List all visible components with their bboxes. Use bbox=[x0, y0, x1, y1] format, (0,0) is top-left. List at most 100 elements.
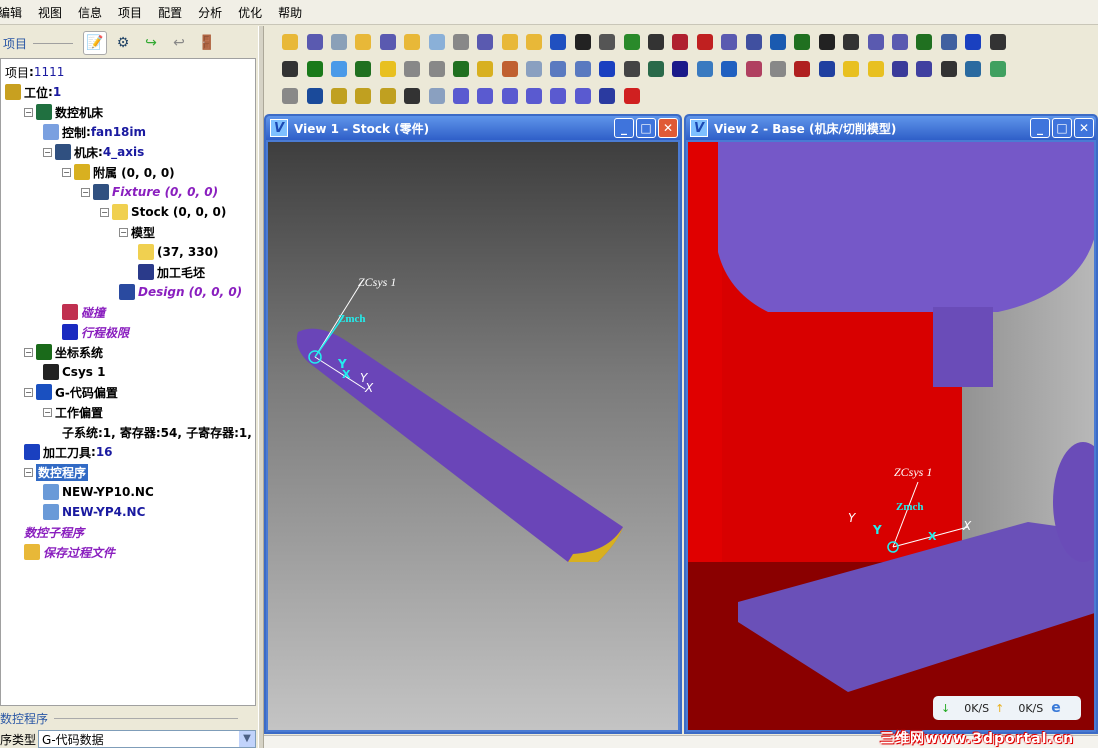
collapse-toggle[interactable]: − bbox=[62, 167, 71, 177]
menu-item[interactable]: 分析 bbox=[190, 4, 230, 21]
tree-node[interactable]: − 工作偏置 bbox=[43, 403, 103, 421]
toolbar-button[interactable] bbox=[546, 30, 570, 54]
toolbar-button[interactable] bbox=[546, 57, 570, 81]
toolbar-button[interactable] bbox=[376, 57, 400, 81]
toolbar-button[interactable] bbox=[766, 57, 790, 81]
toolbar-button[interactable] bbox=[961, 57, 985, 81]
menu-item[interactable]: 编辑 bbox=[0, 4, 30, 21]
toolbar-button[interactable] bbox=[595, 30, 619, 54]
toolbar-button[interactable] bbox=[839, 30, 863, 54]
collapse-toggle[interactable]: − bbox=[24, 347, 33, 357]
tree-node[interactable]: − 数控机床 bbox=[24, 103, 103, 121]
toolbar-button[interactable] bbox=[424, 30, 448, 54]
toolbar-button[interactable] bbox=[327, 57, 351, 81]
minimize-button[interactable]: _ bbox=[1030, 118, 1050, 138]
collapse-toggle[interactable]: − bbox=[24, 107, 33, 117]
toolbar-button[interactable] bbox=[351, 84, 375, 108]
tree-node[interactable]: NEW-YP4.NC bbox=[43, 503, 145, 521]
toolbar-button[interactable] bbox=[668, 57, 692, 81]
tree-node[interactable]: 控制 : fan18im bbox=[43, 123, 146, 141]
toolbar-button[interactable] bbox=[693, 57, 717, 81]
toolbar-button[interactable] bbox=[961, 30, 985, 54]
menu-item[interactable]: 帮助 bbox=[270, 4, 310, 21]
toolbar-button[interactable] bbox=[278, 57, 302, 81]
tree-node[interactable]: − 机床 : 4_axis bbox=[43, 143, 144, 161]
project-tree-view-button[interactable]: 📝 bbox=[83, 31, 108, 55]
toolbar-button[interactable] bbox=[912, 30, 936, 54]
toolbar-button[interactable] bbox=[522, 30, 546, 54]
toolbar-button[interactable] bbox=[278, 30, 302, 54]
toolbar-button[interactable] bbox=[400, 57, 424, 81]
toolbar-button[interactable] bbox=[327, 84, 351, 108]
menu-item[interactable]: 视图 bbox=[30, 4, 70, 21]
toolbar-button[interactable] bbox=[644, 57, 668, 81]
toolbar-button[interactable] bbox=[571, 84, 595, 108]
toolbar-button[interactable] bbox=[644, 30, 668, 54]
toolbar-button[interactable] bbox=[790, 30, 814, 54]
tree-node[interactable]: 数控子程序 bbox=[24, 523, 84, 541]
collapse-toggle[interactable]: − bbox=[81, 187, 90, 197]
tree-node[interactable]: 子系统:1, 寄存器:54, 子寄存器:1, 从 bbox=[62, 423, 255, 441]
maximize-button[interactable]: □ bbox=[636, 118, 656, 138]
minimize-button[interactable]: _ bbox=[614, 118, 634, 138]
undo-button[interactable]: ↩ bbox=[167, 31, 191, 55]
toolbar-button[interactable] bbox=[693, 30, 717, 54]
toolbar-button[interactable] bbox=[790, 57, 814, 81]
tree-node[interactable]: − 附属 (0, 0, 0) bbox=[62, 163, 175, 181]
toolbar-button[interactable] bbox=[595, 57, 619, 81]
toolbar-button[interactable] bbox=[741, 30, 765, 54]
toolbar-button[interactable] bbox=[619, 30, 643, 54]
toolbar-button[interactable] bbox=[302, 84, 326, 108]
tree-node[interactable]: − Fixture (0, 0, 0) bbox=[81, 183, 218, 201]
toolbar-button[interactable] bbox=[571, 30, 595, 54]
tree-node[interactable]: − 数控程序 bbox=[24, 463, 89, 481]
toolbar-button[interactable] bbox=[473, 57, 497, 81]
toolbar-button[interactable] bbox=[717, 57, 741, 81]
toolbar-button[interactable] bbox=[278, 84, 302, 108]
tree-node[interactable]: 行程极限 bbox=[62, 323, 129, 341]
toolbar-button[interactable] bbox=[376, 30, 400, 54]
toolbar-button[interactable] bbox=[522, 57, 546, 81]
toolbar-button[interactable] bbox=[985, 57, 1009, 81]
toolbar-button[interactable] bbox=[351, 30, 375, 54]
toolbar-button[interactable] bbox=[400, 84, 424, 108]
tree-node[interactable]: 加工毛坯 bbox=[138, 263, 205, 281]
toolbar-button[interactable] bbox=[766, 30, 790, 54]
maximize-button[interactable]: □ bbox=[1052, 118, 1072, 138]
toolbar-button[interactable] bbox=[741, 57, 765, 81]
redo-button[interactable]: ↪ bbox=[139, 31, 163, 55]
collapse-toggle[interactable]: − bbox=[119, 227, 128, 237]
toolbar-button[interactable] bbox=[400, 30, 424, 54]
toolbar-button[interactable] bbox=[522, 84, 546, 108]
toolbar-button[interactable] bbox=[376, 84, 400, 108]
tree-node[interactable]: 保存过程文件 bbox=[24, 543, 115, 561]
toolbar-button[interactable] bbox=[839, 57, 863, 81]
view-1-canvas[interactable]: ZCsys 1 Zmch Y X Y X bbox=[268, 142, 678, 730]
menu-item[interactable]: 信息 bbox=[70, 4, 110, 21]
toolbar-button[interactable] bbox=[449, 57, 473, 81]
view-2-canvas[interactable]: ZCsys 1 Zmch Y X Y X bbox=[688, 142, 1094, 730]
toolbar-button[interactable] bbox=[327, 30, 351, 54]
tree-node[interactable]: 工位 : 1 bbox=[5, 83, 61, 101]
toolbar-button[interactable] bbox=[498, 30, 522, 54]
close-button[interactable]: ✕ bbox=[1074, 118, 1094, 138]
toolbar-button[interactable] bbox=[302, 57, 326, 81]
toolbar-button[interactable] bbox=[351, 57, 375, 81]
toolbar-button[interactable] bbox=[619, 84, 643, 108]
collapse-toggle[interactable]: − bbox=[43, 147, 52, 157]
toolbar-button[interactable] bbox=[912, 57, 936, 81]
tree-node[interactable]: − G-代码偏置 bbox=[24, 383, 118, 401]
view-1-titlebar[interactable]: V View 1 - Stock (零件) _ □ ✕ bbox=[266, 116, 680, 140]
toolbar-button[interactable] bbox=[937, 30, 961, 54]
tree-node[interactable]: − Stock (0, 0, 0) bbox=[100, 203, 226, 221]
toolbar-button[interactable] bbox=[937, 57, 961, 81]
toolbar-button[interactable] bbox=[888, 57, 912, 81]
tree-node[interactable]: 项目 : 1111 bbox=[5, 63, 64, 81]
toolbar-button[interactable] bbox=[619, 57, 643, 81]
tree-node[interactable]: Csys 1 bbox=[43, 363, 105, 381]
view-2-titlebar[interactable]: V View 2 - Base (机床/切削模型) _ □ ✕ bbox=[686, 116, 1096, 140]
menu-item[interactable]: 优化 bbox=[230, 4, 270, 21]
toolbar-button[interactable] bbox=[449, 30, 473, 54]
toolbar-button[interactable] bbox=[449, 84, 473, 108]
collapse-toggle[interactable]: − bbox=[24, 467, 33, 477]
